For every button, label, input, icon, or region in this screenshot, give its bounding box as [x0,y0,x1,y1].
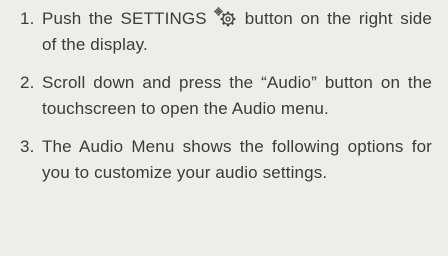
instruction-step-3: 3. The Audio Menu shows the following op… [20,134,432,186]
step-text: Push the SETTINGS button on the right si… [42,6,432,58]
instruction-step-1: 1. Push the SETTINGS button on the right… [20,6,432,58]
step-text: Scroll down and press the “Audio” button… [42,73,432,118]
step-text-before-icon: Push the SETTINGS [42,9,207,28]
step-text: The Audio Menu shows the following optio… [42,137,432,182]
instruction-step-2: 2. Scroll down and press the “Audio” but… [20,70,432,122]
instruction-page: 1. Push the SETTINGS button on the right… [0,0,448,256]
step-number: 2. [20,73,35,92]
step-number: 1. [20,9,35,28]
step-number: 3. [20,137,35,156]
gear-icon [212,6,238,28]
